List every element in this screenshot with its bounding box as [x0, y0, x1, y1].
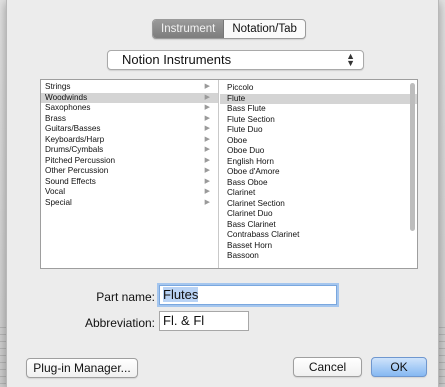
- disclosure-arrow-icon: ▶: [204, 125, 210, 132]
- disclosure-arrow-icon: ▶: [204, 114, 210, 122]
- instrument-list-item-label: Contrabass Clarinet: [227, 230, 300, 239]
- family-list-item[interactable]: Pitched Percussion ▶: [41, 156, 218, 167]
- instrument-list-item-label: Flute: [227, 93, 246, 103]
- disclosure-arrow-icon: ▶: [204, 93, 210, 101]
- family-list-item-label: Guitars/Basses: [45, 124, 101, 133]
- instrument-list-item[interactable]: Flute: [220, 93, 417, 104]
- disclosure-arrow-icon: ▶: [204, 198, 210, 206]
- disclosure-arrow-icon: ▶: [204, 104, 210, 111]
- family-list-item[interactable]: Keyboards/Harp ▶: [41, 135, 218, 146]
- tab-instrument[interactable]: Instrument: [153, 20, 225, 38]
- abbreviation-field[interactable]: Fl. & Fl: [159, 311, 249, 331]
- family-list-item-label: Other Percussion: [45, 166, 109, 175]
- family-list: Strings ▶ Woodwinds ▶ Saxophones ▶ Brass ▶ Guita…: [41, 80, 219, 268]
- instrument-list-item-label: Flute Duo: [227, 125, 263, 134]
- instrument-list-item[interactable]: Clarinet Duo: [220, 209, 417, 220]
- plugin-manager-button[interactable]: Plug-in Manager...: [26, 358, 138, 378]
- family-list-item-label: Pitched Percussion: [45, 155, 116, 165]
- disclosure-arrow-icon: ▶: [204, 188, 210, 195]
- instrument-list-item-label: English Horn: [227, 156, 274, 166]
- instrument-list-item[interactable]: Bassoon: [220, 251, 417, 262]
- abbreviation-label: Abbreviation:: [84, 316, 155, 330]
- instrument-list-item-label: Bassoon: [227, 251, 259, 260]
- instrument-list-item[interactable]: Oboe Duo: [220, 146, 417, 157]
- family-list-item-label: Strings: [45, 82, 71, 91]
- instrument-list-item-label: Basset Horn: [227, 240, 273, 250]
- family-list-item[interactable]: Other Percussion ▶: [41, 166, 218, 177]
- disclosure-arrow-icon: ▶: [204, 83, 210, 90]
- instrument-list: Piccolo Flute Bass Flute Flute Section Flute…: [220, 80, 417, 268]
- instrument-list-item-label: Bass Clarinet: [227, 219, 276, 229]
- ok-button[interactable]: OK: [371, 357, 427, 377]
- family-list-item[interactable]: Drums/Cymbals ▶: [41, 145, 218, 156]
- instrument-browser: Strings ▶ Woodwinds ▶ Saxophones ▶ Brass ▶ Guita…: [40, 79, 418, 269]
- family-list-item-label: Drums/Cymbals: [45, 145, 104, 154]
- instrument-list-item[interactable]: Flute Duo: [220, 125, 417, 136]
- instrument-list-item-label: Bass Oboe: [227, 177, 268, 187]
- disclosure-arrow-icon: ▶: [204, 156, 210, 164]
- disclosure-arrow-icon: ▶: [204, 177, 210, 185]
- instrument-list-item[interactable]: Oboe d'Amore: [220, 167, 417, 178]
- family-list-item[interactable]: Woodwinds ▶: [41, 92, 218, 103]
- family-list-item[interactable]: Special ▶: [41, 198, 218, 209]
- family-list-item-label: Woodwinds: [45, 92, 88, 102]
- instrument-list-item[interactable]: Bass Flute: [220, 104, 417, 115]
- part-name-value: Flutes: [163, 287, 199, 302]
- family-list-item[interactable]: Sound Effects ▶: [41, 177, 218, 188]
- family-list-item[interactable]: Saxophones ▶: [41, 103, 218, 114]
- instrument-list-item-label: Clarinet Section: [227, 198, 285, 208]
- instrument-list-item[interactable]: Clarinet Section: [220, 199, 417, 210]
- family-list-item[interactable]: Strings ▶: [41, 82, 218, 93]
- family-list-item[interactable]: Vocal ▶: [41, 187, 218, 198]
- instrument-list-item[interactable]: Bass Oboe: [220, 178, 417, 189]
- library-select[interactable]: Notion Instruments ▲ ▼: [107, 50, 364, 70]
- instrument-list-item-label: Bass Flute: [227, 104, 266, 113]
- tab-notation-tab[interactable]: Notation/Tab: [224, 20, 305, 38]
- instrument-list-item-label: Piccolo: [227, 83, 254, 92]
- instrument-list-item[interactable]: English Horn: [220, 157, 417, 168]
- disclosure-arrow-icon: ▶: [204, 167, 210, 174]
- instrument-list-item-label: Oboe: [227, 135, 248, 145]
- instrument-list-item-label: Flute Section: [227, 114, 275, 124]
- family-list-item-label: Sound Effects: [45, 176, 96, 186]
- instrument-list-item-label: Clarinet Duo: [227, 209, 273, 218]
- tab-bar: Instrument Notation/Tab: [152, 19, 306, 39]
- instrument-list-item[interactable]: Bass Clarinet: [220, 220, 417, 231]
- instrument-list-item[interactable]: Clarinet: [220, 188, 417, 199]
- chevron-updown-icon: ▲ ▼: [346, 51, 355, 68]
- family-list-item-label: Vocal: [45, 187, 66, 196]
- family-list-item-label: Saxophones: [45, 103, 91, 112]
- family-list-item[interactable]: Guitars/Basses ▶: [41, 124, 218, 135]
- instrument-list-item-label: Oboe d'Amore: [227, 167, 280, 176]
- instrument-list-scrollbar[interactable]: [410, 83, 415, 231]
- part-name-label: Part name:: [96, 290, 155, 304]
- part-name-field[interactable]: Flutes: [159, 285, 337, 305]
- instrument-dialog: Instrument Notation/Tab Notion Instrumen…: [6, 0, 439, 387]
- instrument-list-item[interactable]: Oboe: [220, 136, 417, 147]
- instrument-list-item[interactable]: Flute Section: [220, 115, 417, 126]
- cancel-button[interactable]: Cancel: [293, 357, 362, 377]
- instrument-list-item-label: Oboe Duo: [227, 146, 265, 155]
- library-select-value: Notion Instruments: [122, 52, 232, 67]
- family-list-item-label: Special: [45, 197, 72, 207]
- disclosure-arrow-icon: ▶: [204, 135, 210, 143]
- disclosure-arrow-icon: ▶: [204, 146, 210, 153]
- instrument-list-item[interactable]: Basset Horn: [220, 241, 417, 252]
- instrument-list-item[interactable]: Contrabass Clarinet: [220, 230, 417, 241]
- family-list-item[interactable]: Brass ▶: [41, 114, 218, 125]
- family-list-item-label: Brass: [45, 113, 66, 123]
- family-list-item-label: Keyboards/Harp: [45, 134, 105, 144]
- instrument-list-item[interactable]: Piccolo: [220, 83, 417, 94]
- instrument-list-item-label: Clarinet: [227, 188, 256, 197]
